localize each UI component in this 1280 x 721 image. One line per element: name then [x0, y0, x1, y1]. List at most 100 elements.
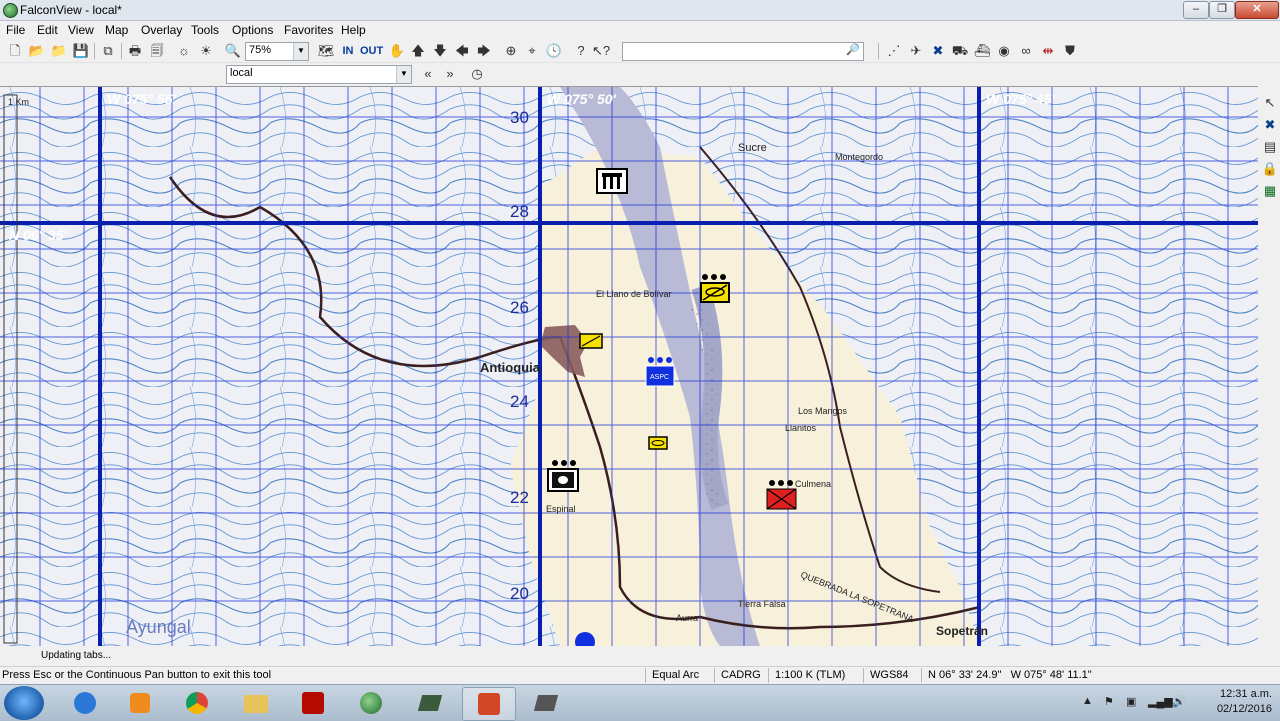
print-preview-icon[interactable]: 🗐: [148, 42, 166, 60]
falconview-taskbar-icon[interactable]: [346, 687, 398, 719]
search-input[interactable]: 🔎: [622, 42, 864, 61]
unit-symbol-camera[interactable]: [547, 460, 579, 492]
eye-icon[interactable]: ◉: [995, 42, 1013, 60]
start-button[interactable]: [4, 686, 44, 720]
arrow-up-icon[interactable]: 🡅: [409, 42, 427, 60]
topographic-map[interactable]: 1 Km W 075° 55' W 075° 50' W 075° 45' N …: [0, 87, 1258, 646]
datum-label: WGS84: [863, 668, 920, 683]
grid-number: 22: [510, 488, 529, 507]
volume-icon[interactable]: 🔊: [1172, 695, 1186, 708]
ship-icon[interactable]: ⛴: [973, 42, 991, 60]
brightness-down-icon[interactable]: ☼: [175, 42, 193, 60]
longitude-label: W 075° 45': [986, 91, 1056, 107]
media-player-icon[interactable]: [114, 687, 166, 719]
crosshair-icon[interactable]: ⌖: [523, 42, 541, 60]
unit-symbol-yellow-large[interactable]: [700, 274, 730, 303]
show-hidden-icons-icon[interactable]: ▲: [1082, 695, 1093, 707]
minimize-button[interactable]: –: [1183, 1, 1209, 19]
chevron-down-icon[interactable]: ▼: [293, 43, 308, 60]
vehicle-icon[interactable]: ⛟: [951, 42, 969, 60]
menu-tools[interactable]: Tools: [191, 23, 219, 37]
file-explorer-icon[interactable]: [230, 687, 282, 719]
open-overlay-icon[interactable]: 📁: [50, 42, 68, 60]
title-bar[interactable]: FalconView - local* – ❐ ✕: [0, 0, 1280, 21]
unit-symbol-red-hostile[interactable]: [766, 480, 797, 510]
range-bearing-icon[interactable]: ⇹: [1039, 42, 1057, 60]
menu-favorites[interactable]: Favorites: [284, 23, 333, 37]
zoom-out-button[interactable]: OUT: [360, 42, 383, 60]
cross-tool-icon[interactable]: ✖: [929, 42, 947, 60]
internet-explorer-icon[interactable]: [60, 687, 112, 719]
tank-icon[interactable]: ⛊: [1061, 42, 1079, 60]
maximize-button[interactable]: ❐: [1209, 1, 1235, 19]
map-view[interactable]: 1 Km W 075° 55' W 075° 50' W 075° 45' N …: [0, 86, 1258, 646]
previous-map-icon[interactable]: «: [419, 65, 437, 83]
pan-hand-icon[interactable]: ✋: [388, 42, 406, 60]
status-bar: Press Esc or the Continuous Pan button t…: [0, 666, 1280, 685]
close-button[interactable]: ✕: [1235, 1, 1279, 19]
flag-icon[interactable]: ⚑: [1104, 695, 1114, 708]
draw-points-icon[interactable]: ⋰: [885, 42, 903, 60]
device-icon[interactable]: ▣: [1126, 695, 1136, 708]
print-icon[interactable]: 🖶: [126, 42, 144, 60]
place-label: Aurra: [676, 613, 698, 623]
open-folder-icon[interactable]: 📂: [28, 42, 46, 60]
brightness-up-icon[interactable]: ☀: [197, 42, 215, 60]
map-name-combo[interactable]: local ▼: [226, 65, 412, 84]
network-icon[interactable]: ▂▄▆: [1148, 695, 1173, 708]
unit-symbol-yellow-small[interactable]: [579, 333, 603, 349]
grid-number: 26: [510, 298, 529, 317]
zoom-magnifier-icon[interactable]: 🔍: [224, 42, 242, 60]
place-label: Sucre: [738, 142, 767, 154]
zoom-in-button[interactable]: IN: [340, 42, 356, 60]
chevron-down-icon[interactable]: ▼: [396, 66, 411, 83]
unit-symbol-blue-aspc[interactable]: ASPC: [645, 357, 675, 387]
acrobat-icon[interactable]: [288, 687, 340, 719]
place-label: Espinal: [546, 504, 576, 514]
place-label: Tierra Falsa: [738, 599, 786, 609]
place-label: Sopetrán: [936, 624, 988, 638]
next-map-icon[interactable]: »: [441, 65, 459, 83]
glasses-icon[interactable]: ∞: [1017, 42, 1035, 60]
arrow-down-icon[interactable]: 🡇: [431, 42, 449, 60]
menu-view[interactable]: View: [68, 23, 94, 37]
tool-app-icon[interactable]: [520, 687, 572, 719]
menu-edit[interactable]: Edit: [37, 23, 58, 37]
status-area: Updating tabs...: [0, 646, 1280, 666]
new-icon[interactable]: 🗋: [6, 42, 24, 60]
arrow-right-icon[interactable]: 🡆: [475, 42, 493, 60]
longitude-label: W 075° 50': [547, 91, 617, 107]
unit-symbol-depot[interactable]: [596, 168, 628, 194]
aircraft-icon[interactable]: ✈: [907, 42, 925, 60]
unit-symbol-yellow-tiny[interactable]: [648, 436, 668, 450]
select-pointer-icon[interactable]: ↖: [1261, 94, 1279, 112]
menu-options[interactable]: Options: [232, 23, 273, 37]
chrome-icon[interactable]: [172, 687, 224, 719]
window-title: FalconView - local*: [20, 3, 122, 17]
right-tool-strip: ↖ ✖ ▤ 🔒 ▦: [1259, 86, 1280, 645]
clock-icon[interactable]: 🕓: [545, 42, 563, 60]
system-clock[interactable]: 12:31 a.m. 02/12/2016: [1217, 687, 1272, 717]
arrow-left-icon[interactable]: 🡄: [453, 42, 471, 60]
copy-icon[interactable]: ⧉: [99, 42, 117, 60]
table-icon[interactable]: ▦: [1261, 182, 1279, 200]
lock-icon[interactable]: 🔒: [1261, 160, 1279, 178]
map-name-value: local: [230, 67, 253, 79]
menu-overlay[interactable]: Overlay: [141, 23, 182, 37]
menu-help[interactable]: Help: [341, 23, 366, 37]
menu-file[interactable]: File: [6, 23, 25, 37]
center-map-icon[interactable]: ⊕: [502, 42, 520, 60]
map-options-icon[interactable]: 🗺: [317, 42, 335, 60]
time-control-icon[interactable]: ◷: [468, 65, 486, 83]
properties-icon[interactable]: ▤: [1261, 138, 1279, 156]
menu-map[interactable]: Map: [105, 23, 128, 37]
map-tool-icon[interactable]: [404, 687, 456, 719]
place-label: Llanitos: [785, 423, 817, 433]
context-help-icon[interactable]: ↖?: [592, 42, 610, 60]
zoom-combo[interactable]: 75% ▼: [245, 42, 309, 61]
help-icon[interactable]: ?: [572, 42, 590, 60]
search-icon[interactable]: 🔎: [846, 43, 860, 56]
save-icon[interactable]: 💾: [72, 42, 90, 60]
powerpoint-icon[interactable]: [462, 687, 516, 721]
cross-tool-icon[interactable]: ✖: [1261, 116, 1279, 134]
